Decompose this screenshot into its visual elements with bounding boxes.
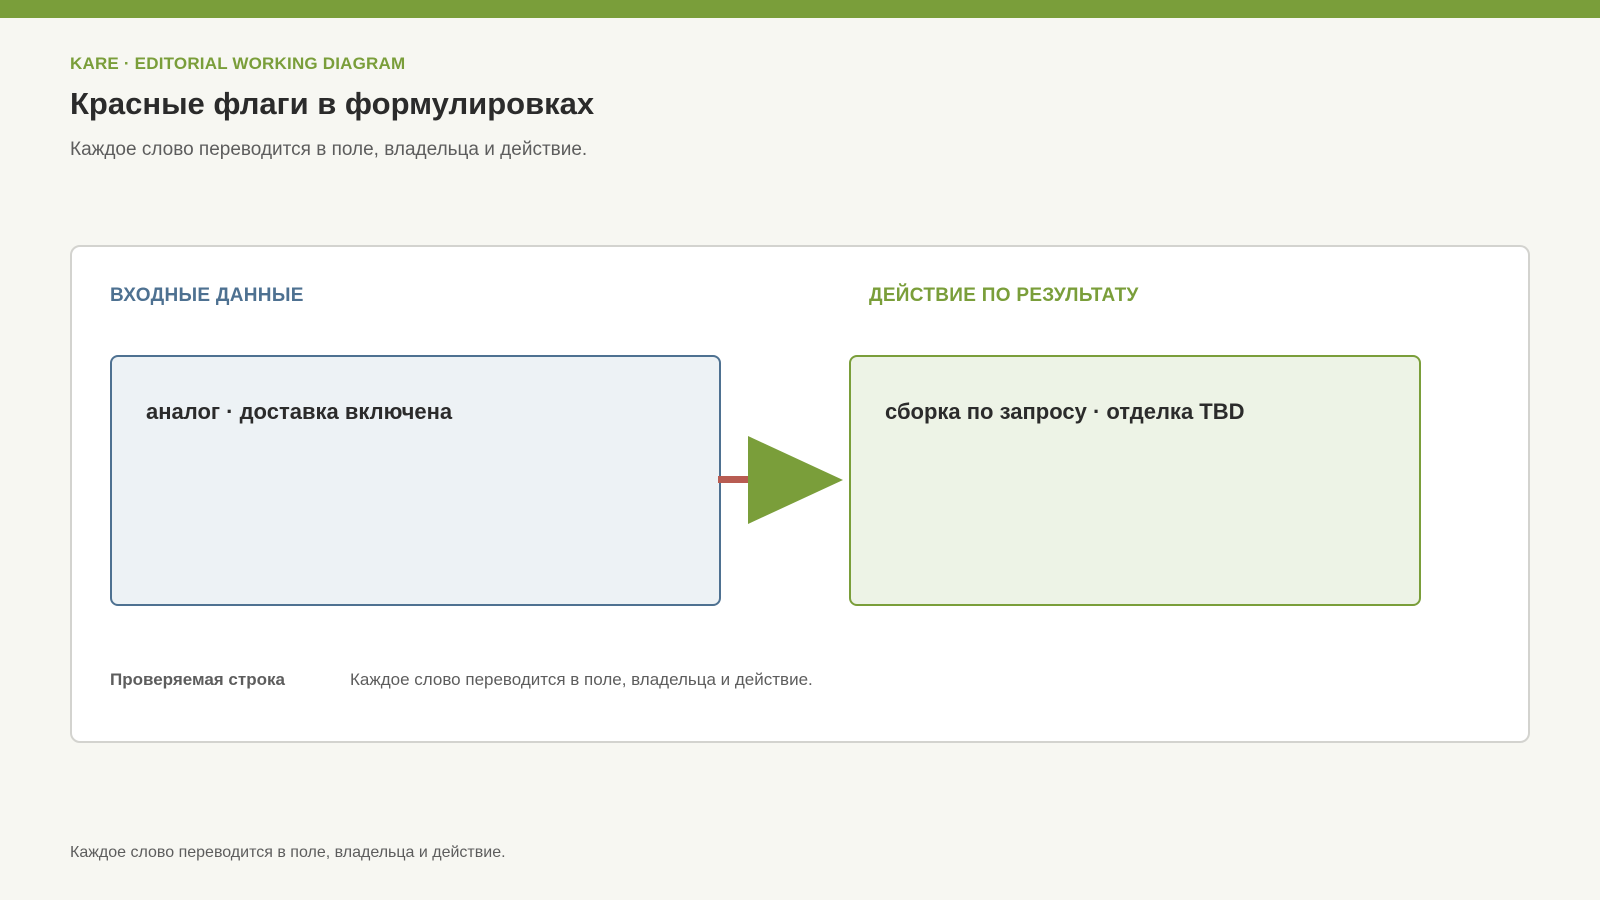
flow-arrow — [718, 436, 843, 524]
action-box-text: сборка по запросу · отделка TBD — [885, 399, 1245, 424]
input-box-text: аналог · доставка включена — [146, 399, 453, 424]
input-box: аналог · доставка включена — [110, 355, 721, 606]
action-box: сборка по запросу · отделка TBD — [849, 355, 1421, 606]
page-subtitle: Каждое слово переводится в поле, владель… — [70, 139, 588, 160]
check-row-label: Проверяемая строка — [110, 670, 285, 689]
check-row-value: Каждое слово переводится в поле, владель… — [350, 670, 813, 689]
input-column-label: ВХОДНЫЕ ДАННЫЕ — [110, 285, 304, 306]
arrow-shaft — [718, 476, 748, 483]
eyebrow-label: KARE · EDITORIAL WORKING DIAGRAM — [70, 54, 406, 73]
page-title: Красные флаги в формулировках — [70, 86, 595, 121]
arrow-head-icon — [748, 436, 843, 524]
top-accent-bar — [0, 0, 1600, 18]
action-column-label: ДЕЙСТВИЕ ПО РЕЗУЛЬТАТУ — [869, 285, 1139, 306]
footer-note: Каждое слово переводится в поле, владель… — [70, 844, 506, 861]
